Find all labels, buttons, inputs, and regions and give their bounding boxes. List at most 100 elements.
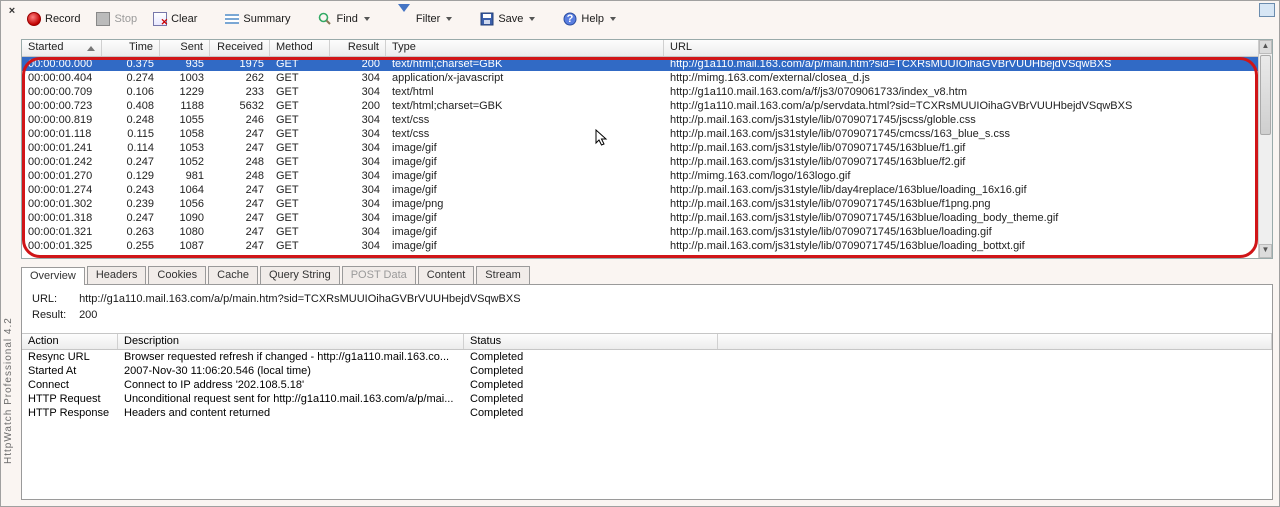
tab-query-string[interactable]: Query String <box>260 266 340 284</box>
cell: 1090 <box>160 212 210 224</box>
cell: http://p.mail.163.com/js31style/lib/0709… <box>664 212 1258 224</box>
save-button[interactable]: Save <box>474 8 541 30</box>
cell: image/png <box>386 198 664 210</box>
table-row[interactable]: 00:00:00.7230.40811885632GET200text/html… <box>22 99 1258 113</box>
help-button[interactable]: ? Help <box>557 8 622 30</box>
col-result[interactable]: Result <box>330 40 386 56</box>
cell: http://p.mail.163.com/js31style/lib/0709… <box>664 198 1258 210</box>
cell: 247 <box>210 184 270 196</box>
col-method[interactable]: Method <box>270 40 330 56</box>
cell: Completed <box>464 365 718 377</box>
cell: GET <box>270 156 330 168</box>
svg-text:?: ? <box>567 13 574 25</box>
cell: 981 <box>160 170 210 182</box>
col-type[interactable]: Type <box>386 40 664 56</box>
tab-post-data[interactable]: POST Data <box>342 266 416 284</box>
cell: http://p.mail.163.com/js31style/lib/0709… <box>664 156 1258 168</box>
chevron-down-icon <box>446 17 452 21</box>
cell: http://g1a110.mail.163.com/a/p/main.htm?… <box>664 58 1258 70</box>
find-button[interactable]: Find <box>312 8 375 30</box>
cell: 233 <box>210 86 270 98</box>
record-button[interactable]: Record <box>21 8 86 30</box>
filter-button[interactable]: Filter <box>392 8 458 30</box>
cell: Connect to IP address '202.108.5.18' <box>118 379 464 391</box>
clear-button[interactable]: Clear <box>147 8 203 30</box>
tab-headers[interactable]: Headers <box>87 266 147 284</box>
cell: GET <box>270 240 330 252</box>
table-row[interactable]: 00:00:01.3020.2391056247GET304image/pngh… <box>22 197 1258 211</box>
close-icon[interactable]: × <box>5 5 19 19</box>
cell: GET <box>270 170 330 182</box>
record-icon <box>27 12 41 26</box>
app-name-side: HttpWatch Professional 4.2 <box>3 281 17 501</box>
cell: text/html;charset=GBK <box>386 100 664 112</box>
table-row[interactable]: 00:00:01.2700.129981248GET304image/gifht… <box>22 169 1258 183</box>
cell: HTTP Response <box>22 407 118 419</box>
vertical-scrollbar[interactable]: ▲ ▼ <box>1258 40 1272 258</box>
overview-row[interactable]: Started At2007-Nov-30 11:06:20.546 (loca… <box>22 364 1272 378</box>
tab-stream[interactable]: Stream <box>476 266 529 284</box>
cell: Completed <box>464 393 718 405</box>
cell: application/x-javascript <box>386 72 664 84</box>
cell: 0.106 <box>102 86 160 98</box>
col-started[interactable]: Started <box>22 40 102 56</box>
table-row[interactable]: 00:00:01.1180.1151058247GET304text/cssht… <box>22 127 1258 141</box>
restore-window-button[interactable] <box>1259 3 1275 17</box>
overview-row[interactable]: HTTP RequestUnconditional request sent f… <box>22 392 1272 406</box>
scroll-up-button[interactable]: ▲ <box>1259 40 1272 54</box>
cell: http://p.mail.163.com/js31style/lib/day4… <box>664 184 1258 196</box>
table-row[interactable]: 00:00:01.2740.2431064247GET304image/gifh… <box>22 183 1258 197</box>
tab-cookies[interactable]: Cookies <box>148 266 206 284</box>
cell: 0.255 <box>102 240 160 252</box>
tab-cache[interactable]: Cache <box>208 266 258 284</box>
cell: GET <box>270 58 330 70</box>
col-received[interactable]: Received <box>210 40 270 56</box>
cell: http://p.mail.163.com/js31style/lib/0709… <box>664 142 1258 154</box>
stop-label: Stop <box>114 13 137 25</box>
col-time[interactable]: Time <box>102 40 160 56</box>
grid-body[interactable]: 00:00:00.0000.3759351975GET200text/html;… <box>22 57 1258 258</box>
cell: text/html <box>386 86 664 98</box>
cell: 00:00:00.723 <box>22 100 102 112</box>
ovcol-description[interactable]: Description <box>118 334 464 349</box>
cell: GET <box>270 100 330 112</box>
tab-content[interactable]: Content <box>418 266 475 284</box>
scroll-down-button[interactable]: ▼ <box>1259 244 1272 258</box>
summary-button[interactable]: Summary <box>219 8 296 30</box>
overview-row[interactable]: Resync URLBrowser requested refresh if c… <box>22 350 1272 364</box>
table-row[interactable]: 00:00:01.2410.1141053247GET304image/gifh… <box>22 141 1258 155</box>
table-row[interactable]: 00:00:01.2420.2471052248GET304image/gifh… <box>22 155 1258 169</box>
table-row[interactable]: 00:00:01.3180.2471090247GET304image/gifh… <box>22 211 1258 225</box>
table-row[interactable]: 00:00:00.8190.2481055246GET304text/cssht… <box>22 113 1258 127</box>
result-label: Result: <box>32 307 76 323</box>
cell: 1003 <box>160 72 210 84</box>
cell: GET <box>270 212 330 224</box>
table-row[interactable]: 00:00:01.3210.2631080247GET304image/gifh… <box>22 225 1258 239</box>
ovcol-action[interactable]: Action <box>22 334 118 349</box>
filter-icon <box>398 12 412 26</box>
col-url[interactable]: URL <box>664 40 1272 56</box>
table-row[interactable]: 00:00:00.0000.3759351975GET200text/html;… <box>22 57 1258 71</box>
cell: 00:00:01.318 <box>22 212 102 224</box>
ovcol-status[interactable]: Status <box>464 334 718 349</box>
tab-overview[interactable]: Overview <box>21 267 85 285</box>
overview-row[interactable]: ConnectConnect to IP address '202.108.5.… <box>22 378 1272 392</box>
table-row[interactable]: 00:00:01.3250.2551087247GET304image/gifh… <box>22 239 1258 253</box>
cell: image/gif <box>386 212 664 224</box>
find-label: Find <box>336 13 357 25</box>
stop-button[interactable]: Stop <box>90 8 143 30</box>
cell: 304 <box>330 226 386 238</box>
table-row[interactable]: 00:00:00.4040.2741003262GET304applicatio… <box>22 71 1258 85</box>
cell: text/css <box>386 128 664 140</box>
cell: GET <box>270 86 330 98</box>
cell: 00:00:01.274 <box>22 184 102 196</box>
cell: image/gif <box>386 156 664 168</box>
overview-rows[interactable]: Resync URLBrowser requested refresh if c… <box>22 350 1272 420</box>
table-row[interactable]: 00:00:00.7090.1061229233GET304text/htmlh… <box>22 85 1258 99</box>
col-sent[interactable]: Sent <box>160 40 210 56</box>
scroll-thumb[interactable] <box>1260 55 1271 135</box>
overview-row[interactable]: HTTP ResponseHeaders and content returne… <box>22 406 1272 420</box>
cell: Browser requested refresh if changed - h… <box>118 351 464 363</box>
cell: 304 <box>330 114 386 126</box>
cell: 0.114 <box>102 142 160 154</box>
